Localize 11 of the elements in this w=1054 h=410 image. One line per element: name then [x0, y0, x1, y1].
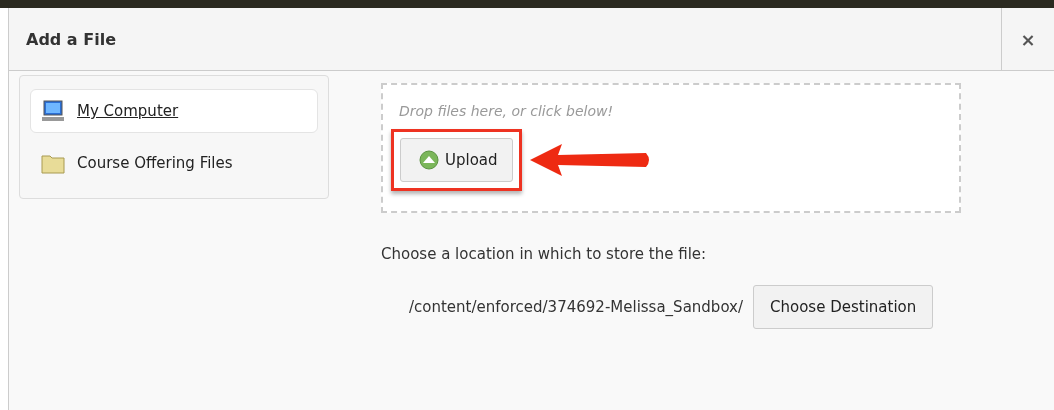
drop-zone[interactable]: Drop files here, or click below! Upload: [381, 83, 961, 213]
destination-path: /content/enforced/374692-Melissa_Sandbox/: [409, 298, 744, 316]
drop-hint: Drop files here, or click below!: [399, 103, 614, 119]
upload-button[interactable]: Upload: [400, 138, 513, 182]
source-item[interactable]: My Computer: [30, 89, 318, 133]
upload-icon: [419, 150, 439, 170]
choose-destination-button[interactable]: Choose Destination: [753, 285, 934, 329]
source-item[interactable]: Course Offering Files: [30, 141, 318, 185]
computer-icon: [41, 99, 65, 123]
dialog-title: Add a File: [25, 28, 117, 51]
location-label: Choose a location in which to store the file:: [381, 245, 708, 263]
